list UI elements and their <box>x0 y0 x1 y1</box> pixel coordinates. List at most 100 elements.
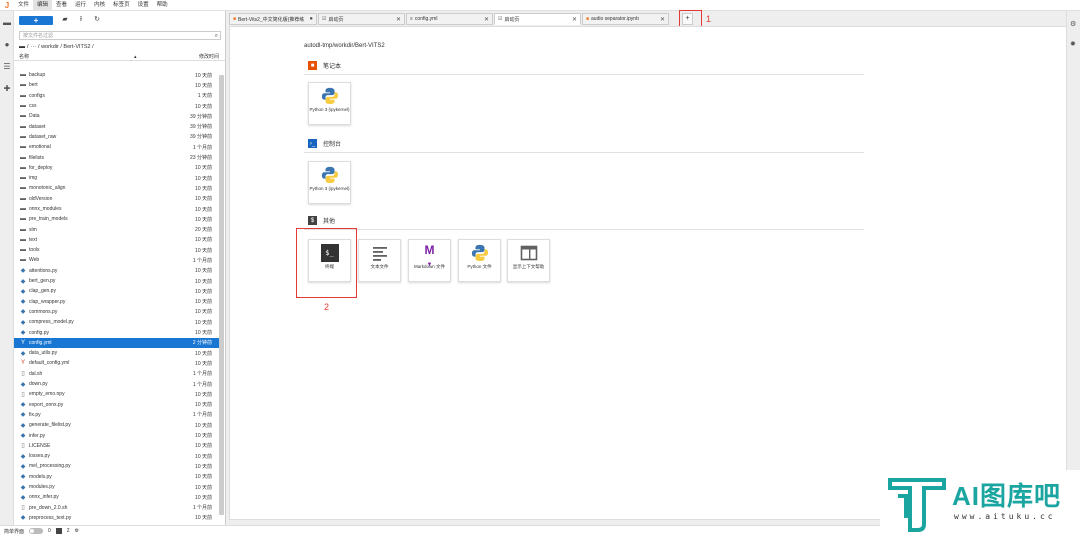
tab[interactable]: ☑ 启动页 ✕ <box>318 13 405 25</box>
menu-item[interactable]: 编辑 <box>33 0 53 11</box>
file-name: emotional <box>29 144 51 151</box>
file-row[interactable]: ▬ dataset 39 分钟前 <box>14 121 220 131</box>
file-row[interactable]: ▬ dataset_raw 39 分钟前 <box>14 132 220 142</box>
upload-icon[interactable]: ⭱ <box>77 16 85 24</box>
file-row[interactable]: ◆ fix.py 1 个月前 <box>14 410 220 420</box>
tab[interactable]: ■ Bert-Vits2_中文简化版(推荐练 ● <box>229 13 317 25</box>
context-help-card[interactable]: 显示上下文帮助 <box>507 239 550 282</box>
file-row[interactable]: ◆ losses.py 10 天前 <box>14 451 220 461</box>
tab-close-icon[interactable]: ● <box>309 16 313 22</box>
python-file-icon: ◆ <box>20 299 26 306</box>
property-inspector-icon[interactable]: ⚙ <box>1070 20 1076 28</box>
console-python3-card[interactable]: Python 3 (ipykernel) <box>308 161 351 204</box>
file-row[interactable]: ▯ LICENSE 10 天前 <box>14 441 220 451</box>
file-row[interactable]: ▬ backup 10 天前 <box>14 70 220 80</box>
file-icon: ▯ <box>21 443 25 450</box>
file-row[interactable]: ▬ configs 1 天前 <box>14 91 220 101</box>
menu-item[interactable]: 查看 <box>52 0 71 11</box>
breadcrumb-root[interactable]: / <box>27 44 29 50</box>
file-row[interactable]: ▬ tools 10 天前 <box>14 245 220 255</box>
file-row[interactable]: ▬ Web 1 个月前 <box>14 255 220 265</box>
file-row[interactable]: ◆ export_onnx.py 10 天前 <box>14 400 220 410</box>
file-row[interactable]: ▬ pre_train_models 10 天前 <box>14 214 220 224</box>
file-row[interactable]: ▬ onnx_modules 10 天前 <box>14 204 220 214</box>
python-file-icon: ◆ <box>20 350 26 357</box>
file-row[interactable]: ◆ data_utils.py 10 天前 <box>14 348 220 358</box>
python-file-card[interactable]: Python 文件 <box>458 239 501 282</box>
menu-item[interactable]: 文件 <box>14 0 33 11</box>
breadcrumb-ellipsis[interactable]: ··· <box>31 44 37 50</box>
folder-icon: ▬ <box>20 113 26 120</box>
file-row[interactable]: ▯ pre_down_2.0.sh 1 个月前 <box>14 502 220 512</box>
file-filter-input[interactable]: 按文件名过滤 ⌕ <box>19 31 221 40</box>
file-row[interactable]: ◆ commons.py 10 天前 <box>14 307 220 317</box>
file-row[interactable]: ◆ onnx_infer.py 10 天前 <box>14 492 220 502</box>
folder-icon: ▬ <box>20 195 26 202</box>
extension-icon[interactable]: ✚ <box>3 85 11 93</box>
file-row[interactable]: ▬ slm 20 天前 <box>14 224 220 234</box>
menu-item[interactable]: 帮助 <box>153 0 172 11</box>
file-row[interactable]: ◆ attentions.py 10 天前 <box>14 266 220 276</box>
file-row[interactable]: ◆ down.py 1 个月前 <box>14 379 220 389</box>
tab-close-icon[interactable]: ✕ <box>396 16 401 23</box>
file-row[interactable]: ◆ mel_processing.py 10 天前 <box>14 461 220 471</box>
file-row[interactable]: ◆ generate_filelist.py 10 天前 <box>14 420 220 430</box>
new-launcher-button[interactable]: + <box>19 15 53 25</box>
file-name: empty_emo.npy <box>29 391 65 398</box>
tab-close-icon[interactable]: ✕ <box>484 16 489 23</box>
file-row[interactable]: ◆ bert_gen.py 10 天前 <box>14 276 220 286</box>
file-row[interactable]: ◆ config.py 10 天前 <box>14 327 220 337</box>
file-row[interactable]: Yconfig.yml 2 分钟前 <box>14 337 220 349</box>
file-row[interactable]: ▬ filelists 23 分钟前 <box>14 152 220 162</box>
tab-close-icon[interactable]: ✕ <box>660 16 665 23</box>
notebook-python3-card[interactable]: Python 3 (ipykernel) <box>308 82 351 125</box>
menu-item[interactable]: 设置 <box>134 0 153 11</box>
settings-icon[interactable]: ⚙ <box>75 528 79 534</box>
breadcrumb-path[interactable]: / workdir / Bert-VITS2 / <box>38 44 94 50</box>
menu-item[interactable]: 内核 <box>90 0 109 11</box>
file-row[interactable]: ◆ infer.py 10 天前 <box>14 430 220 440</box>
file-row[interactable]: ◆ models.py 10 天前 <box>14 472 220 482</box>
simple-mode-toggle[interactable] <box>29 528 44 534</box>
column-name[interactable]: 名称 <box>19 53 134 60</box>
file-row[interactable]: ▬ monotonic_align 10 天前 <box>14 183 220 193</box>
tab[interactable]: ■ audio separator.ipynb ✕ <box>582 13 669 25</box>
running-icon[interactable]: ● <box>3 41 11 49</box>
file-row[interactable]: ▬ text 10 天前 <box>14 235 220 245</box>
file-row[interactable]: ◆ preprocess_text.py 10 天前 <box>14 513 220 523</box>
tab-close-icon[interactable]: ✕ <box>572 16 577 23</box>
debugger-icon[interactable]: ✹ <box>1070 40 1076 48</box>
column-modified[interactable]: 修改时间 <box>174 53 219 60</box>
file-row[interactable]: ▬ img 10 天前 <box>14 173 220 183</box>
file-name: losses.py <box>29 453 50 460</box>
file-modified: 1 个月前 <box>192 505 212 512</box>
markdown-file-card[interactable]: M ▼ Markdown 文件 <box>408 239 451 282</box>
refresh-icon[interactable]: ↻ <box>93 16 101 24</box>
file-row[interactable]: ▬ oldVersion 10 天前 <box>14 194 220 204</box>
tab[interactable]: ≡ config.yml ✕ <box>406 13 493 25</box>
sort-caret-icon[interactable]: ▴ <box>134 54 174 60</box>
file-modified: 10 天前 <box>195 515 212 522</box>
toc-icon[interactable]: ☰ <box>3 63 11 71</box>
file-row[interactable]: ▬ css 10 天前 <box>14 101 220 111</box>
new-folder-icon[interactable]: ▰ <box>61 16 69 24</box>
file-row[interactable]: ◆ compress_model.py 10 天前 <box>14 317 220 327</box>
file-row[interactable]: ◆ clap_gen.py 10 天前 <box>14 286 220 296</box>
file-row[interactable]: ▬ bert 10 天前 <box>14 80 220 90</box>
file-row[interactable]: Ydefault_config.yml 10 天前 <box>14 358 220 368</box>
file-row[interactable]: ▯ dal.sh 1 个月前 <box>14 369 220 379</box>
folder-icon[interactable]: ▬ <box>19 44 25 50</box>
file-row[interactable]: ◆ clap_wrapper.py 10 天前 <box>14 297 220 307</box>
file-row[interactable]: ▬ emotional 1 个月前 <box>14 142 220 152</box>
file-row[interactable]: ▬ for_deploy 10 天前 <box>14 163 220 173</box>
file-list-scrollbar[interactable] <box>219 75 224 515</box>
menu-item[interactable]: 标签页 <box>109 0 134 11</box>
tab[interactable]: ☑ 启动页 ✕ <box>494 13 581 25</box>
file-row[interactable]: ◆ modules.py 10 天前 <box>14 482 220 492</box>
file-row[interactable]: ▯ empty_emo.npy 10 天前 <box>14 389 220 399</box>
file-row[interactable]: ▬ Data 39 分钟前 <box>14 111 220 121</box>
text-file-card[interactable]: 文本文件 <box>358 239 401 282</box>
menu-item[interactable]: 运行 <box>71 0 90 11</box>
python-file-icon: ◆ <box>20 381 26 388</box>
folder-icon[interactable]: ▬ <box>3 19 11 27</box>
